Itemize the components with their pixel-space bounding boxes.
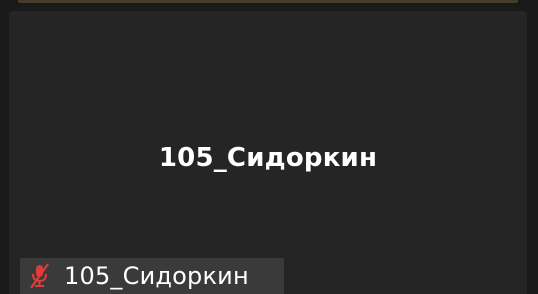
- adjacent-tile-highlight: [18, 0, 518, 3]
- participant-name-label: 105_Сидоркин: [20, 258, 284, 294]
- video-grid: 105_Сидоркин 105_Сидоркин: [0, 0, 538, 294]
- adjacent-tile-edge: [0, 0, 538, 8]
- participant-tile[interactable]: 105_Сидоркин: [9, 11, 527, 294]
- participant-label-text: 105_Сидоркин: [64, 262, 249, 290]
- mic-muted-icon: [28, 263, 50, 289]
- participant-display-name: 105_Сидоркин: [158, 143, 378, 173]
